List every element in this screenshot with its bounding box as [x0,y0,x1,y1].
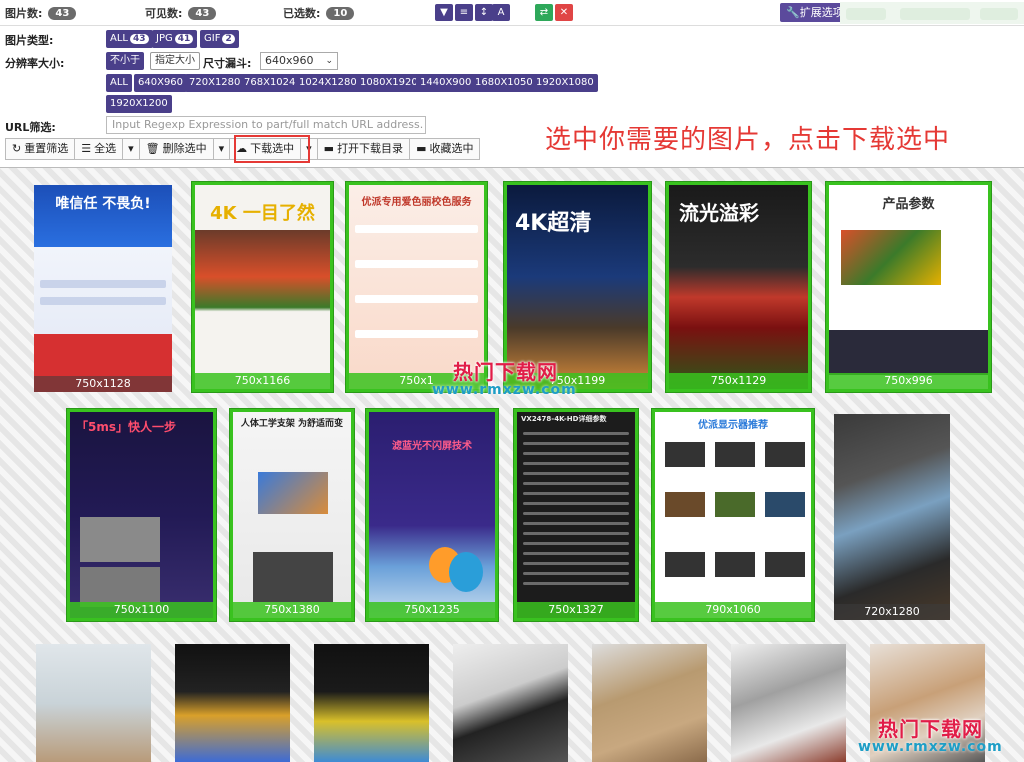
delete-dropdown-button[interactable]: ▾ [212,138,231,160]
filter-icon[interactable]: ▼ [435,4,453,21]
image-card[interactable]: 720x1280 [834,414,950,620]
image-size-label: 750x1380 [233,602,351,618]
watermark-text: 热门下载网 [453,360,558,384]
type-jpg-tag[interactable]: JPG 41 [152,30,198,48]
image-size-label: 750x1235 [369,602,495,618]
size-funnel-select[interactable]: 640x960 ⌄ [260,52,338,70]
size-tag[interactable]: 1080X1920 [356,74,422,92]
chevron-down-icon: ⌄ [325,56,333,66]
folder-icon: ▬ [323,142,335,155]
image-card[interactable]: 产品参数 750x996 [826,182,991,392]
type-all-tag[interactable]: ALL 43 [106,30,153,48]
image-size-label: 790x1060 [655,602,811,618]
size-tag[interactable]: 1680X1050 [471,74,537,92]
download-highlight-box [234,135,310,163]
image-size-label: 750x996 [829,373,988,389]
image-card[interactable]: 优派显示器推荐 790x1060 [652,409,814,621]
image-gallery: 唯信任 不畏负! 750x1128 4K 一目了然 750x1166 优派专用爱… [0,167,1024,762]
image-card[interactable] [453,644,568,762]
tutorial-annotation: 选中你需要的图片，点击下载选中 [545,125,951,155]
size-tag[interactable]: 720X1280 [185,74,245,92]
text-icon[interactable]: A [492,4,510,21]
size-tag[interactable]: 640X960 [134,74,188,92]
funnel-label: 尺寸漏斗: [203,57,252,70]
wrench-icon: 🔧 [786,6,800,19]
list-icon[interactable]: ≡ [455,4,473,21]
refresh-icon: ↻ [12,142,22,155]
filter-panel: 图片类型: ALL 43 JPG 41 GIF 2 分辨率大小: 不小于 指定大小 尺… [0,27,1024,167]
images-count-stat: 图片数: 43 [5,5,77,21]
swap-icon[interactable]: ⇄ [535,4,553,21]
selected-count-stat: 已选数: 10 [283,5,355,21]
image-card[interactable]: 「5ms」快人一步 750x1100 [67,409,216,621]
image-size-label: 750x1327 [517,602,635,618]
image-size-label: 750x1129 [669,373,808,389]
image-card[interactable]: 4K 一目了然 750x1166 [192,182,333,392]
size-tag[interactable]: 768X1024 [240,74,300,92]
size-tag[interactable]: ALL [106,74,132,92]
selected-count-badge: 10 [326,6,355,20]
image-size-label: 720x1280 [834,604,950,620]
image-card[interactable] [592,644,707,762]
size-tag[interactable]: 1920X1080 [532,74,598,92]
image-card[interactable]: 滤蓝光不闪屏技术 750x1235 [366,409,498,621]
blurred-region [840,2,1024,24]
caret-down-icon: ▾ [218,142,225,155]
specify-size-tag[interactable]: 指定大小 [150,52,200,70]
reset-filter-button[interactable]: ↻ 重置筛选 [5,138,76,160]
watermark-url: www.rmxzw.com [858,739,1003,755]
resolution-label: 分辨率大小: [5,57,65,70]
collect-selected-button[interactable]: ▬ 收藏选中 [409,138,481,160]
type-gif-tag[interactable]: GIF 2 [200,30,239,48]
not-less-tag[interactable]: 不小于 [106,52,144,70]
stats-bar: 图片数: 43 可见数: 43 已选数: 10 ▼ ≡ ↕ A ⇄ ✕ 🔧扩展选… [0,0,1024,26]
image-card[interactable]: VX2478-4K-HD详细参数 750x1327 [514,409,638,621]
size-tag[interactable]: 1024X1280 [295,74,361,92]
image-size-label: 750x1166 [195,373,330,389]
caret-down-icon: ▾ [128,142,134,155]
image-card[interactable]: 唯信任 不畏负! 750x1128 [34,185,172,392]
open-download-dir-button[interactable]: ▬ 打开下载目录 [316,138,411,160]
delete-selected-button[interactable]: 🗑 删除选中 [138,138,214,160]
size-tag[interactable]: 1440X900 [416,74,476,92]
image-size-label: 750x1128 [34,376,172,392]
visible-count-badge: 43 [188,6,217,20]
image-card[interactable]: 流光溢彩 750x1129 [666,182,811,392]
close-icon[interactable]: ✕ [555,4,573,21]
watermark-text: 热门下载网 [878,717,983,741]
image-card[interactable] [314,644,429,762]
url-filter-label: URL筛选: [5,121,56,134]
select-dropdown-button[interactable]: ▾ [122,138,140,160]
select-all-button[interactable]: ☰ 全选 [74,138,124,160]
image-card[interactable]: 人体工学支架 为舒适而变 750x1380 [230,409,354,621]
type-label: 图片类型: [5,34,54,47]
image-card[interactable] [731,644,846,762]
list-icon: ☰ [81,142,92,155]
trash-icon: 🗑 [145,142,160,155]
visible-count-stat: 可见数: 43 [145,5,217,21]
image-card[interactable] [175,644,290,762]
url-filter-input[interactable]: Input Regexp Expression to part/full mat… [106,116,426,134]
folder-open-icon: ▬ [416,142,427,155]
image-card[interactable] [36,644,151,762]
watermark-url: www.rmxzw.com [432,382,577,398]
images-count-badge: 43 [48,6,77,20]
image-size-label: 750x1100 [70,602,213,618]
sort-icon[interactable]: ↕ [475,4,493,21]
size-tag[interactable]: 1920X1200 [106,95,172,113]
